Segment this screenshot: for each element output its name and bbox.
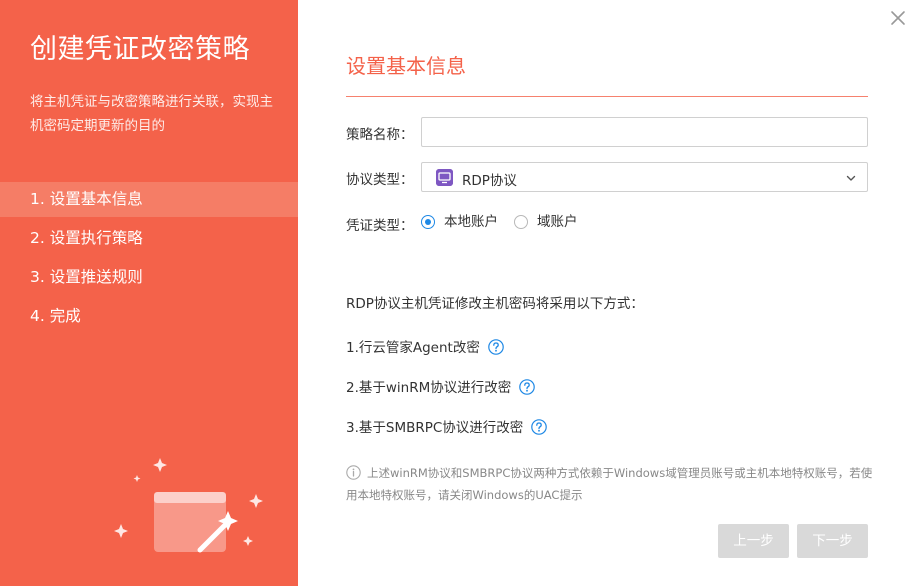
wizard-sidebar: 创建凭证改密策略 将主机凭证与改密策略进行关联，实现主机密码定期更新的目的 1.… xyxy=(0,0,298,586)
step-basic-info[interactable]: 1. 设置基本信息 xyxy=(0,182,298,217)
radio-circle xyxy=(421,215,435,229)
dialog-description: 将主机凭证与改密策略进行关联，实现主机密码定期更新的目的 xyxy=(30,94,273,134)
radio-label: 本地账户 xyxy=(444,214,498,230)
credential-type-label: 凭证类型： xyxy=(346,218,414,234)
method-item: 3.基于SMBRPC协议进行改密 xyxy=(346,419,548,437)
method-label: 2.基于winRM协议进行改密 xyxy=(346,380,512,396)
uac-note: 上述winRM协议和SMBRPC协议两种方式依赖于Windows域管理员账号或主… xyxy=(346,462,876,506)
prev-step-button[interactable]: 上一步 xyxy=(718,524,789,558)
chevron-down-icon xyxy=(846,175,856,181)
protocol-selected-value: RDP协议 xyxy=(462,173,517,189)
step-execution-policy[interactable]: 2. 设置执行策略 xyxy=(0,221,298,256)
magic-wand-illustration xyxy=(114,458,263,553)
section-title: 设置基本信息 xyxy=(346,54,466,78)
help-icon[interactable] xyxy=(488,339,504,355)
protocol-type-label: 协议类型： xyxy=(346,172,414,188)
step-push-rules[interactable]: 3. 设置推送规则 xyxy=(0,260,298,295)
create-policy-dialog: 创建凭证改密策略 将主机凭证与改密策略进行关联，实现主机密码定期更新的目的 1.… xyxy=(0,0,916,586)
rdp-protocol-icon xyxy=(436,169,453,186)
methods-intro: RDP协议主机凭证修改主机密码将采用以下方式： xyxy=(346,296,644,312)
dialog-title: 创建凭证改密策略 xyxy=(30,34,250,65)
form-panel: 设置基本信息 策略名称： 协议类型： RDP协议 凭证类型： 本地账户 域账户 … xyxy=(298,0,916,586)
method-label: 1.行云管家Agent改密 xyxy=(346,340,480,356)
next-step-button[interactable]: 下一步 xyxy=(797,524,868,558)
info-icon xyxy=(346,465,361,480)
policy-name-label: 策略名称： xyxy=(346,127,414,143)
section-divider xyxy=(346,96,868,97)
help-icon[interactable] xyxy=(519,379,536,395)
step-finish[interactable]: 4. 完成 xyxy=(0,299,298,334)
wizard-steps: 1. 设置基本信息 2. 设置执行策略 3. 设置推送规则 4. 完成 xyxy=(0,182,298,338)
help-icon[interactable] xyxy=(531,419,548,435)
method-item: 2.基于winRM协议进行改密 xyxy=(346,379,536,397)
protocol-type-select[interactable]: RDP协议 xyxy=(421,162,868,192)
radio-circle xyxy=(514,215,528,229)
note-text: 上述winRM协议和SMBRPC协议两种方式依赖于Windows域管理员账号或主… xyxy=(346,466,873,502)
method-item: 1.行云管家Agent改密 xyxy=(346,339,504,357)
method-label: 3.基于SMBRPC协议进行改密 xyxy=(346,420,524,436)
policy-name-input[interactable] xyxy=(421,117,868,147)
radio-label: 域账户 xyxy=(537,214,578,230)
